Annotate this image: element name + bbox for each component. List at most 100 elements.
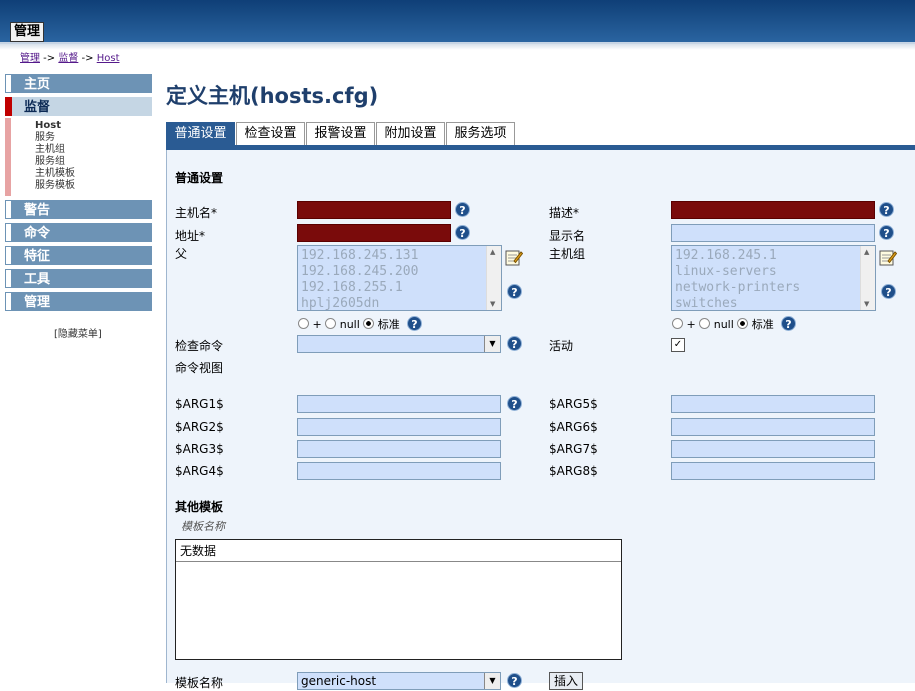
- help-icon[interactable]: ?: [507, 673, 522, 688]
- hostgroup-label: 主机组: [549, 247, 586, 261]
- sidebar-item-tools[interactable]: 工具: [5, 269, 152, 288]
- submenu-item-services[interactable]: 服务: [35, 132, 55, 144]
- menu-marker: [5, 246, 12, 265]
- menu-marker: [5, 200, 12, 219]
- arg6-input[interactable]: [671, 418, 875, 436]
- host-name-input[interactable]: [297, 201, 451, 219]
- help-icon[interactable]: ?: [407, 316, 422, 331]
- radio-plus[interactable]: [298, 318, 309, 329]
- arg7-input[interactable]: [671, 440, 875, 458]
- tab-general[interactable]: 普通设置: [166, 122, 235, 145]
- radio-null-label: null: [339, 318, 360, 331]
- list-item[interactable]: linux-servers: [675, 264, 777, 280]
- list-item[interactable]: hplj2605dn: [301, 296, 379, 310]
- tab-additional[interactable]: 附加设置: [376, 122, 445, 145]
- breadcrumb-admin-link[interactable]: 管理: [20, 53, 40, 64]
- sidebar-item-monitor[interactable]: 监督: [5, 97, 152, 116]
- radio-plus-label: +: [686, 318, 696, 331]
- list-item[interactable]: 192.168.245.131: [301, 248, 418, 264]
- breadcrumb-monitor-link[interactable]: 监督: [58, 53, 78, 64]
- description-input[interactable]: [671, 201, 875, 219]
- sidebar-item-features[interactable]: 特征: [5, 246, 152, 265]
- submenu-item-servicegroups[interactable]: 服务组: [35, 156, 65, 168]
- help-icon[interactable]: ?: [507, 336, 522, 351]
- template-select-value: generic-host: [301, 674, 377, 688]
- hostgroup-listbox[interactable]: 192.168.245.1 linux-servers network-prin…: [671, 245, 876, 311]
- template-name-select[interactable]: generic-host ▼: [297, 672, 501, 690]
- display-name-input[interactable]: [671, 224, 875, 242]
- arg3-label: $ARG3$: [175, 442, 224, 456]
- help-icon[interactable]: ?: [781, 316, 796, 331]
- arg2-label: $ARG2$: [175, 420, 224, 434]
- notepad-edit-icon[interactable]: [879, 248, 897, 266]
- active-checkbox[interactable]: ✓: [671, 338, 685, 352]
- tab-alarm[interactable]: 报警设置: [306, 122, 375, 145]
- arg3-input[interactable]: [297, 440, 501, 458]
- hide-menu-link[interactable]: [隐藏菜单]: [54, 325, 102, 340]
- list-item[interactable]: network-printers: [675, 280, 800, 296]
- arg6-label: $ARG6$: [549, 420, 598, 434]
- sidebar-item-label: 命令: [24, 226, 51, 241]
- sidebar-item-label: 监督: [24, 100, 51, 115]
- insert-button[interactable]: 插入: [549, 672, 584, 690]
- breadcrumb: 管理 -> 监督 -> Host: [20, 49, 120, 64]
- parent-listbox[interactable]: 192.168.245.131 192.168.245.200 192.168.…: [297, 245, 502, 311]
- no-data-row: 无数据: [176, 540, 621, 562]
- address-label: 地址*: [175, 229, 206, 243]
- hostgroup-options-radio-group: + null 标准: [672, 316, 774, 332]
- help-icon[interactable]: ?: [455, 225, 470, 240]
- help-icon[interactable]: ?: [881, 284, 896, 299]
- breadcrumb-sep: ->: [40, 53, 59, 64]
- submenu-item-hostgroups[interactable]: 主机组: [35, 144, 65, 156]
- tab-service-options[interactable]: 服务选项: [446, 122, 515, 145]
- help-icon[interactable]: ?: [507, 284, 522, 299]
- list-item[interactable]: 192.168.255.1: [301, 280, 403, 296]
- description-label: 描述*: [549, 206, 580, 220]
- arg2-input[interactable]: [297, 418, 501, 436]
- arg5-label: $ARG5$: [549, 397, 598, 411]
- arg5-input[interactable]: [671, 395, 875, 413]
- sidebar-item-alerts[interactable]: 警告: [5, 200, 152, 219]
- list-item[interactable]: 192.168.245.200: [301, 264, 418, 280]
- scrollbar[interactable]: ▲ ▼: [860, 246, 875, 310]
- sidebar-item-label: 管理: [24, 295, 51, 310]
- sidebar-item-home[interactable]: 主页: [5, 74, 152, 93]
- command-view-label: 命令视图: [175, 361, 224, 375]
- arg8-input[interactable]: [671, 462, 875, 480]
- radio-null[interactable]: [699, 318, 711, 329]
- notepad-edit-icon[interactable]: [505, 248, 523, 266]
- list-item[interactable]: 192.168.245.1: [675, 248, 777, 264]
- breadcrumb-host-link[interactable]: Host: [97, 53, 120, 64]
- radio-null-label: null: [713, 318, 734, 331]
- help-icon[interactable]: ?: [455, 202, 470, 217]
- help-icon[interactable]: ?: [507, 396, 522, 411]
- check-command-select[interactable]: ▼: [297, 335, 501, 353]
- submenu-item-host[interactable]: Host: [35, 120, 61, 132]
- arg1-input[interactable]: [297, 395, 501, 413]
- chevron-down-icon: ▼: [484, 673, 500, 689]
- submenu-item-host-templates[interactable]: 主机模板: [35, 168, 75, 180]
- top-bar-shade: [0, 44, 915, 50]
- radio-standard[interactable]: [737, 318, 749, 329]
- scrollbar[interactable]: ▲ ▼: [486, 246, 501, 310]
- active-label: 活动: [549, 339, 574, 353]
- display-name-label: 显示名: [549, 229, 586, 243]
- sidebar-submenu: Host 服务 主机组 服务组 主机模板 服务模板: [5, 118, 152, 196]
- radio-plus[interactable]: [672, 318, 683, 329]
- arg8-label: $ARG8$: [549, 464, 598, 478]
- help-icon[interactable]: ?: [879, 202, 894, 217]
- tab-check[interactable]: 检查设置: [236, 122, 305, 145]
- help-icon[interactable]: ?: [879, 225, 894, 240]
- arg4-input[interactable]: [297, 462, 501, 480]
- admin-button[interactable]: 管理: [10, 22, 45, 42]
- sidebar-item-admin[interactable]: 管理: [5, 292, 152, 311]
- address-input[interactable]: [297, 224, 451, 242]
- radio-null[interactable]: [325, 318, 337, 329]
- menu-marker: [5, 74, 12, 93]
- parent-label: 父: [175, 247, 188, 261]
- radio-standard[interactable]: [363, 318, 375, 329]
- radio-standard-label: 标准: [377, 318, 400, 331]
- sidebar-item-commands[interactable]: 命令: [5, 223, 152, 242]
- list-item[interactable]: switches: [675, 296, 738, 310]
- submenu-item-service-templates[interactable]: 服务模板: [35, 180, 75, 192]
